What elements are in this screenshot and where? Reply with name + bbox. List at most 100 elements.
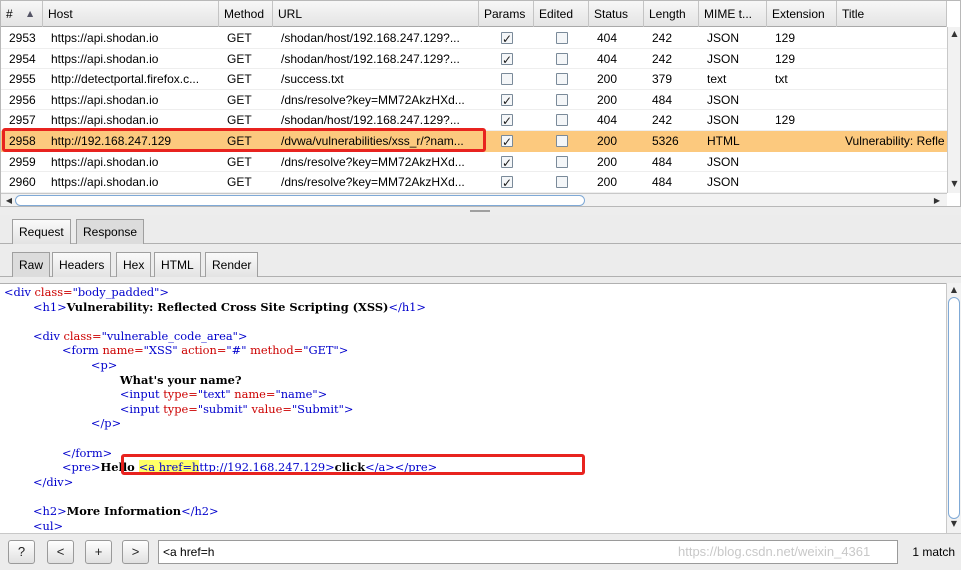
cell-id: 2960 [9,175,36,190]
tab-headers[interactable]: Headers [52,252,112,277]
tab-response[interactable]: Response [76,219,145,244]
table-row[interactable]: 2954 https://api.shodan.io GET/shodan/host… [1,49,947,70]
edited-checkbox-cell [534,28,589,48]
col-extension-header[interactable]: Extension [767,1,837,27]
code-token: <h1> [32,299,67,314]
cell-id: 2958 [9,134,36,148]
code-line: <div class="vulnerable_code_area"> [4,329,247,343]
col-method-header[interactable]: Method [219,1,273,27]
cell-title [837,152,947,172]
cell-mime: JSON [707,31,740,45]
cell-status: 200 [597,72,618,87]
tab-render[interactable]: Render [205,252,259,277]
edited-checkbox[interactable] [556,176,568,189]
col-url-header[interactable]: URL [273,1,479,27]
edited-checkbox[interactable] [556,114,568,127]
horizontal-scroll-thumb[interactable] [15,195,585,206]
previous-match-button[interactable]: < [47,540,74,564]
scroll-down-arrow-icon[interactable]: ▼ [947,517,961,531]
params-checkbox[interactable] [501,111,513,130]
code-token: </h2> [181,504,219,518]
table-row[interactable]: 2956 https://api.shodan.io GET/dns/resolve… [1,90,947,111]
add-button[interactable]: + [85,540,112,564]
col-mime-type-header[interactable]: MIME t... [699,1,767,27]
params-checkbox[interactable] [501,91,513,110]
code-line: <input type="text" name="name"> [4,387,327,401]
col-edited-header[interactable]: Edited [534,1,589,27]
col-params-header[interactable]: Params [479,1,534,27]
params-checkbox[interactable] [501,132,513,151]
table-row[interactable]: 2960 https://api.shodan.io GET/dns/resolve… [1,172,947,193]
edited-checkbox[interactable] [556,155,568,168]
col-status-header[interactable]: Status [589,1,644,27]
cell-length: 484 [652,154,673,169]
next-match-button[interactable]: > [122,540,149,564]
cell-title [837,110,947,130]
code-line: </form> [4,446,112,460]
col-host-header[interactable]: Host [43,1,219,27]
table-header: # ▲ Host Method URL Params Edited Status Length M… [1,1,947,27]
table-row[interactable]: 2955 http://detectportal.firefox.c... GET /… [1,69,947,90]
code-token: <input [119,401,164,416]
edited-checkbox[interactable] [556,93,568,106]
cell-id: 2955 [9,72,36,87]
code-token: "submit" [197,401,252,416]
edited-checkbox-cell [534,90,589,110]
help-button[interactable]: ? [8,540,35,564]
editor-vertical-scrollbar[interactable]: ▲ ▼ [946,283,961,533]
code-token: "XSS" [143,343,182,358]
edited-checkbox-cell [534,69,589,89]
cell-length: 5326 [652,134,679,148]
edited-checkbox[interactable] [556,52,568,65]
code-token: "Submit"> [291,401,354,416]
edited-checkbox[interactable] [556,32,568,44]
history-vertical-scrollbar[interactable]: ▲ ▼ [947,27,960,193]
col-length-header[interactable]: Length [644,1,699,27]
vertical-scroll-thumb[interactable] [948,297,960,519]
table-row[interactable]: 2959 https://api.shodan.io GET/dns/resolve… [1,152,947,173]
params-checkbox[interactable] [501,153,513,172]
tab-hex[interactable]: Hex [116,252,152,277]
cell-title [837,28,947,48]
params-checkbox[interactable] [501,50,513,69]
table-row[interactable]: 2953 https://api.shodan.io GET/shodan/host… [1,28,947,49]
tab-html[interactable]: HTML [154,252,201,277]
scroll-right-arrow-icon[interactable]: ▶ [931,194,943,206]
params-checkbox[interactable] [501,173,513,192]
cell-method: GET [227,72,252,87]
tab-request[interactable]: Request [12,219,71,244]
history-horizontal-scrollbar[interactable]: ◀ ▶ [1,193,947,206]
proxy-history-table[interactable]: # ▲ Host Method URL Params Edited Status Length M… [0,0,961,207]
cell-status: 200 [597,175,618,190]
cell-url: /dns/resolve?key=MM72AkzHXd... [281,175,465,190]
code-token: ttp://192.168.247.129> [199,460,335,475]
params-checkbox[interactable] [501,29,513,48]
col-number-header[interactable]: # ▲ [1,1,43,27]
cell-ext [767,131,837,151]
edited-checkbox-cell [534,172,589,192]
tab-raw[interactable]: Raw [12,252,51,277]
cell-mime: HTML [707,134,740,148]
edited-checkbox[interactable] [556,73,568,86]
raw-response-editor[interactable]: <div class="body_padded"> <h1>Vulnerabil… [0,283,946,533]
cell-status: 200 [597,92,618,107]
table-row[interactable]: 2958 http://192.168.247.129 GET/dvwa/vulne… [1,131,947,152]
scroll-left-arrow-icon[interactable]: ◀ [3,194,15,206]
params-checkbox[interactable] [501,73,513,86]
code-token: class= [34,285,73,299]
table-row[interactable]: 2957 https://api.shodan.io GET/shodan/host… [1,110,947,131]
edited-checkbox[interactable] [556,135,568,147]
scroll-up-arrow-icon[interactable]: ▲ [948,27,960,41]
cell-ext [767,152,837,172]
scroll-up-arrow-icon[interactable]: ▲ [947,283,961,297]
cell-method: GET [227,51,252,66]
col-title-header[interactable]: Title [837,1,947,27]
cell-url: /shodan/host/192.168.247.129?... [281,51,460,66]
pane-splitter[interactable] [0,207,961,215]
scroll-down-arrow-icon[interactable]: ▼ [948,177,960,191]
